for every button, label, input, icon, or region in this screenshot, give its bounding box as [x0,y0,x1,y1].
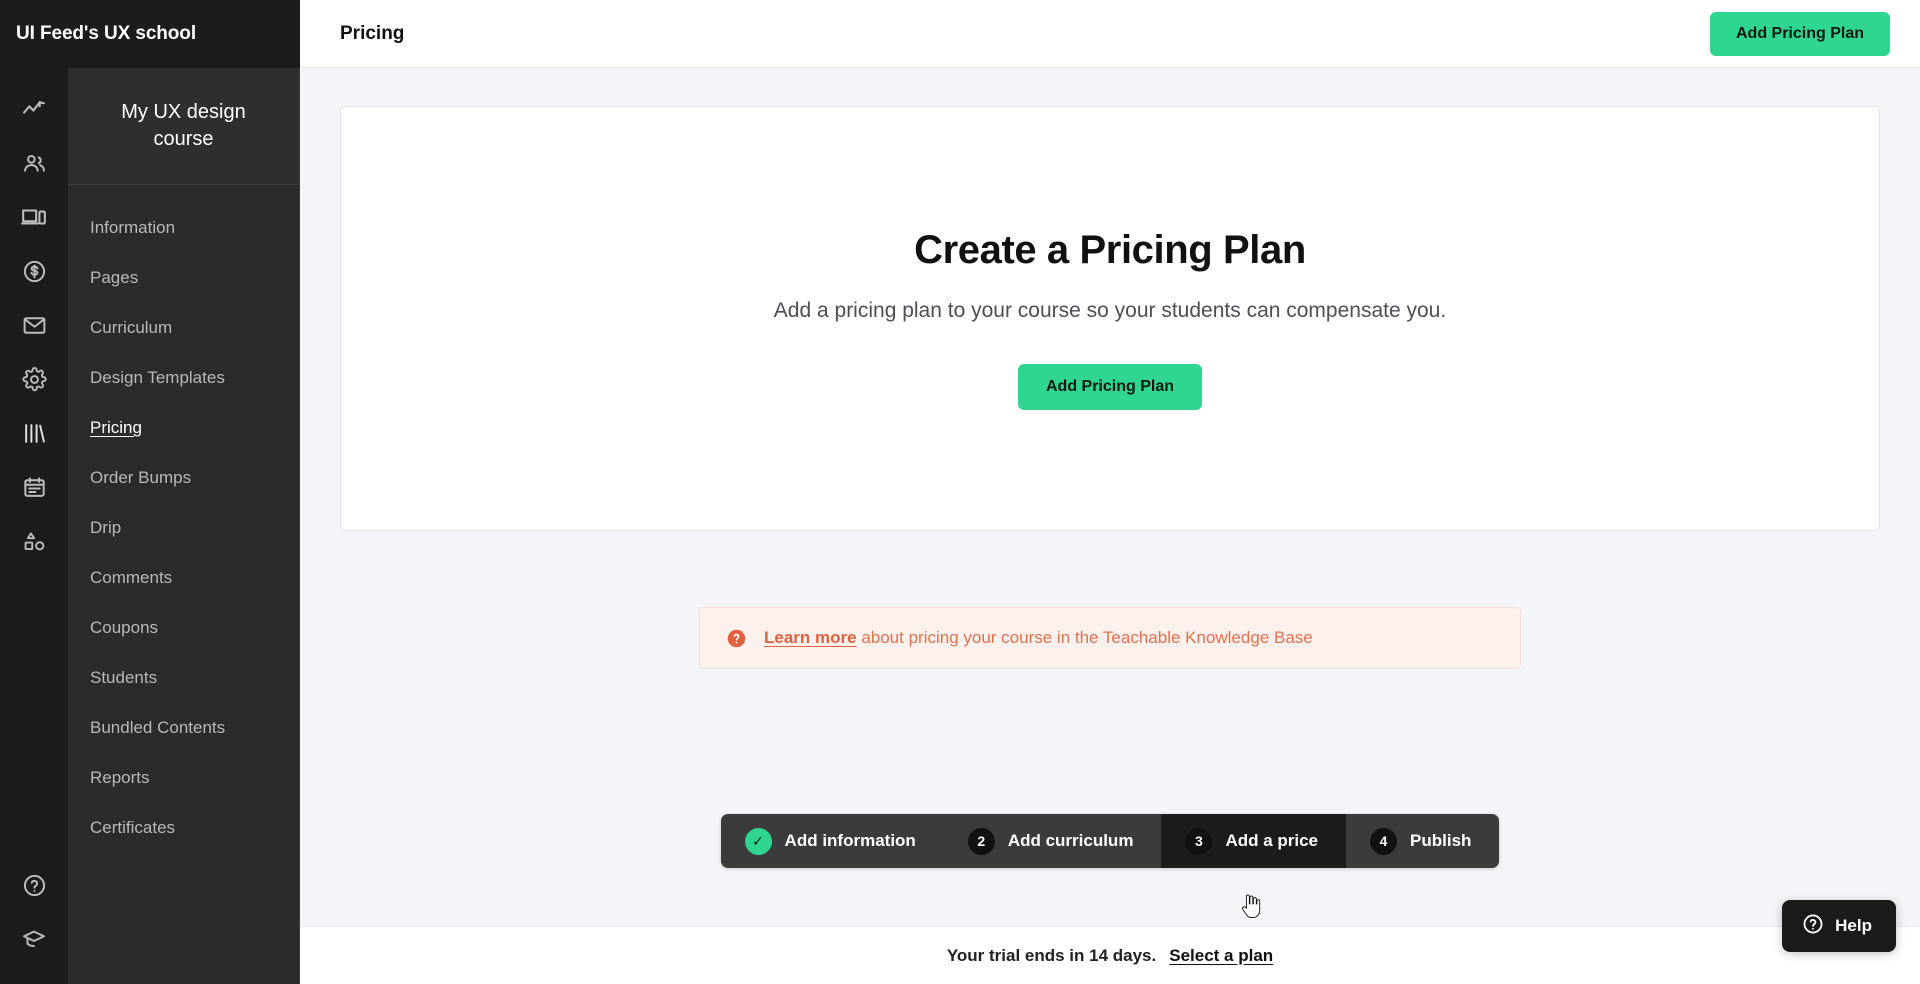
gear-icon[interactable] [0,352,68,406]
course-sidebar: My UX design course Information Pages Curr… [68,0,300,984]
step-label: Add curriculum [1007,831,1134,850]
trial-text: Your trial ends in 14 days. [946,945,1157,965]
devices-site-icon[interactable] [0,190,68,244]
sidebar-item-comments[interactable]: Comments [68,553,299,603]
sidebar-item-students[interactable]: Students [68,653,299,703]
help-circle-icon[interactable] [0,858,68,912]
step-2[interactable]: 2 Add curriculum [944,814,1162,868]
step-label: Add a price [1225,831,1319,850]
trial-footer: Your trial ends in 14 days. Select a pla… [300,926,1920,984]
sidebar-item-coupons[interactable]: Coupons [68,603,299,653]
empty-state-card: Create a Pricing Plan Add a pricing plan… [340,106,1880,531]
sidebar-item-pricing[interactable]: Pricing [68,403,299,453]
main-region: Pricing Add Pricing Plan Create a Pricin… [300,0,1920,984]
step-number-badge: 2 [967,827,995,855]
sidebar-item-design-templates[interactable]: Design Templates [68,353,299,403]
sidebar-item-bundled-contents[interactable]: Bundled Contents [68,703,299,753]
learn-more-link[interactable]: Learn more [764,628,857,647]
primary-icon-rail [0,0,68,984]
step-4[interactable]: 4 Publish [1346,814,1499,868]
sidebar-item-pages[interactable]: Pages [68,253,299,303]
notice-text: Learn more about pricing your course in … [764,628,1313,648]
step-1[interactable]: ✓ Add information [721,814,944,868]
empty-state-subheading: Add a pricing plan to your course so you… [773,298,1447,322]
step-label: Add information [784,831,916,850]
step-label: Publish [1410,831,1472,850]
question-mark-circle-icon [726,628,747,649]
step-number-badge: 4 [1370,827,1398,855]
books-library-icon[interactable] [0,406,68,460]
empty-state-heading: Create a Pricing Plan [914,227,1306,272]
brand-title: UI Feed's UX school [16,23,196,44]
course-nav-list: Information Pages Curriculum Design Templat… [68,185,299,984]
rail-bottom-icons [0,858,68,984]
analytics-icon[interactable] [0,82,68,136]
users-icon[interactable] [0,136,68,190]
page-title: Pricing [340,22,405,44]
add-pricing-plan-button-empty[interactable]: Add Pricing Plan [1017,363,1202,410]
select-a-plan-link[interactable]: Select a plan [1169,946,1273,966]
step-complete-check-icon: ✓ [744,827,772,855]
app-root: My UX design course Information Pages Curr… [0,0,1920,984]
graduation-cap-icon[interactable] [0,912,68,966]
mail-icon[interactable] [0,298,68,352]
help-circle-widget-icon [1802,913,1824,940]
content-area: Create a Pricing Plan Add a pricing plan… [300,68,1920,926]
course-title: My UX design course [121,101,246,150]
sidebar-item-drip[interactable]: Drip [68,503,299,553]
step-number-badge: 3 [1185,827,1213,855]
sidebar-item-information[interactable]: Information [68,203,299,253]
help-widget-label: Help [1835,916,1872,935]
calendar-list-icon[interactable] [0,460,68,514]
sidebar-item-reports[interactable]: Reports [68,753,299,803]
top-bar: Pricing Add Pricing Plan [300,0,1920,68]
sidebar-item-curriculum[interactable]: Curriculum [68,303,299,353]
brand-bar: UI Feed's UX school [0,0,300,68]
step-wizard-wrap: ✓ Add information 2 Add curriculum 3 Add a pr… [300,814,1920,868]
add-pricing-plan-button-header[interactable]: Add Pricing Plan [1709,11,1890,56]
sidebar-item-order-bumps[interactable]: Order Bumps [68,453,299,503]
step-3[interactable]: 3 Add a price [1161,814,1347,868]
notice-rest-text: about pricing your course in the Teachab… [856,628,1313,647]
rail-icon-list [0,68,68,568]
step-wizard: ✓ Add information 2 Add curriculum 3 Add a pr… [720,814,1500,868]
course-title-block: My UX design course [68,68,299,185]
knowledge-base-notice: Learn more about pricing your course in … [699,607,1521,669]
dollar-circle-icon[interactable] [0,244,68,298]
help-widget-button[interactable]: Help [1782,900,1896,952]
shapes-icon[interactable] [0,514,68,568]
sidebar-item-certificates[interactable]: Certificates [68,803,299,853]
